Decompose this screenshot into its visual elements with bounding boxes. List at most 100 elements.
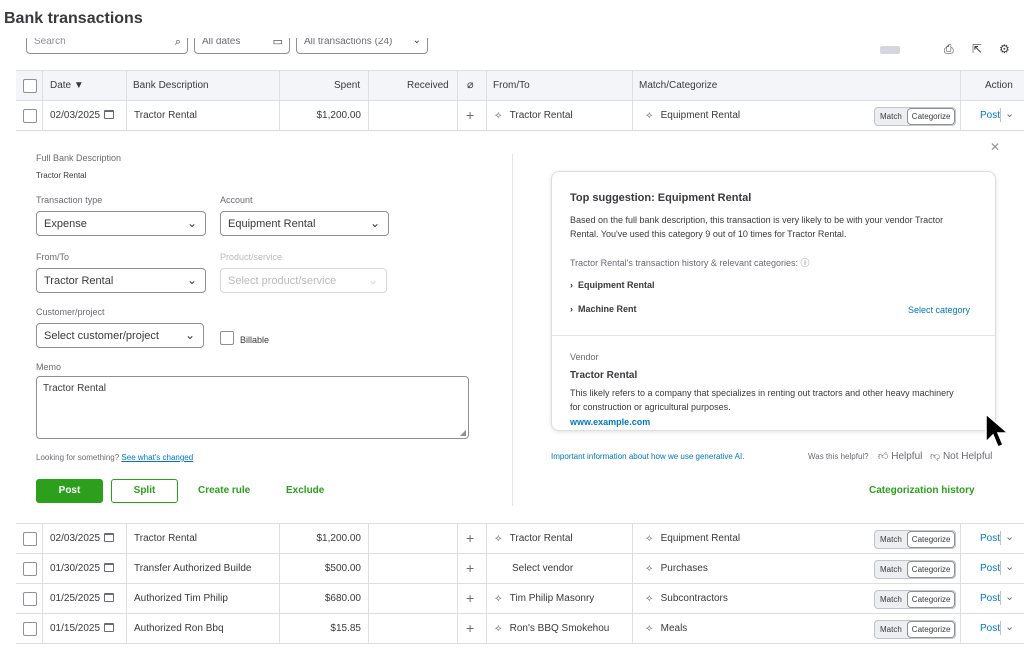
table-row[interactable]: 01/30/2025 Transfer Authorized Builde $5… [16,554,1024,584]
create-rule-link[interactable]: Create rule [198,485,250,496]
categorization-history-link[interactable]: Categorization history [869,485,975,496]
chevron-down-icon: ⌄ [412,38,421,46]
row-date: 01/25/2025 [50,593,115,604]
toolbar-placeholder [880,46,900,54]
gear-icon[interactable]: ⚙ [999,42,1010,56]
product-service-select: Select product/service ⌄ [220,268,387,293]
row-category[interactable]: ⟡ Subcontractors [646,593,728,604]
see-whats-changed-link[interactable]: See what's changed [121,453,193,462]
table-row-expanded[interactable]: 02/03/2025 Tractor Rental $1,200.00 + ⟡ T… [16,101,1024,131]
ai-info-link[interactable]: Important information about how we use g… [551,452,744,461]
thumbs-up-icon: 👍︎ [878,451,889,462]
post-link[interactable]: Post [980,533,1000,544]
row-checkbox[interactable] [23,622,37,636]
categorize-button[interactable]: Categorize [906,621,956,638]
memo-textarea[interactable]: Tractor Rental ◢ [36,376,469,439]
match-button[interactable]: Match [875,535,907,544]
add-attachment-icon[interactable]: + [466,530,474,546]
post-link[interactable]: Post [980,110,1000,121]
exclude-link[interactable]: Exclude [286,485,324,496]
chevron-down-icon[interactable]: ⌄ [1005,560,1014,573]
tag-icon: ⟡ [495,593,502,604]
categorize-button[interactable]: Categorize [906,531,956,548]
match-button[interactable]: Match [875,112,907,121]
select-category-link[interactable]: Select category [908,305,970,315]
print-icon[interactable]: ⎙ [944,42,954,57]
billable-label: Billable [240,335,270,345]
add-attachment-icon[interactable]: + [466,620,474,636]
export-icon[interactable]: ⇱ [972,42,982,56]
column-bank-description: Bank Description [133,80,209,91]
tag-icon: ⟡ [646,593,653,604]
from-to-select[interactable]: Tractor Rental ⌄ [36,268,206,293]
column-received: Received [407,80,449,91]
row-category[interactable]: ⟡ Equipment Rental [646,110,740,121]
table-row[interactable]: 01/25/2025 Authorized Tim Philip $680.00… [16,584,1024,614]
date-filter-select[interactable]: All dates ▭ [194,38,290,54]
row-checkbox[interactable] [23,562,37,576]
post-link[interactable]: Post [980,623,1000,634]
row-checkbox[interactable] [23,109,37,123]
transaction-type-select[interactable]: Expense ⌄ [36,211,206,236]
column-from-to: From/To [493,80,530,91]
paperclip-icon: ⌀ [467,79,474,91]
billable-checkbox[interactable] [220,331,234,345]
resize-handle-icon[interactable]: ◢ [460,428,466,437]
account-select[interactable]: Equipment Rental ⌄ [220,211,389,236]
vendor-url-link[interactable]: www.example.com [570,417,650,427]
vendor-desc-line1: This likely refers to a company that spe… [570,388,954,398]
row-from-to[interactable]: ⟡ Tim Philip Masonry [495,593,594,604]
search-input[interactable]: Search ⌕ [26,38,188,54]
chevron-down-icon[interactable]: ⌄ [1005,590,1014,603]
history-label: Tractor Rental's transaction history & r… [570,258,810,268]
categorize-button[interactable]: Categorize [906,591,956,608]
add-attachment-icon[interactable]: + [466,107,474,123]
mouse-cursor-icon [985,412,1011,448]
chevron-down-icon[interactable]: ⌄ [1005,107,1014,120]
from-to-label: From/To [36,252,70,262]
close-icon[interactable]: ✕ [990,140,1000,154]
chevron-down-icon: ⌄ [184,328,195,342]
match-button[interactable]: Match [875,565,907,574]
table-row[interactable]: 01/15/2025 Authorized Ron Bbq $15.85 + ⟡… [16,614,1024,644]
row-category[interactable]: ⟡ Purchases [646,563,708,574]
column-date[interactable]: Date ▼ [50,80,84,91]
row-checkbox[interactable] [23,592,37,606]
categorize-button[interactable]: Categorize [906,108,956,125]
row-checkbox[interactable] [23,532,37,546]
table-row[interactable]: 02/03/2025 Tractor Rental $1,200.00 + ⟡ T… [16,524,1024,554]
split-button[interactable]: Split [111,479,178,503]
post-button[interactable]: Post [36,479,103,503]
history-category-2[interactable]: › Machine Rent [570,304,637,314]
categorize-button[interactable]: Categorize [906,561,956,578]
row-category[interactable]: ⟡ Meals [646,623,687,634]
post-link[interactable]: Post [980,593,1000,604]
suggestion-title: Top suggestion: Equipment Rental [570,192,752,204]
row-category[interactable]: ⟡ Equipment Rental [646,533,740,544]
add-attachment-icon[interactable]: + [466,560,474,576]
match-button[interactable]: Match [875,595,907,604]
select-all-checkbox[interactable] [23,79,37,93]
row-from-to[interactable]: Select vendor [512,563,573,574]
helpful-button[interactable]: 👍︎ Helpful [878,450,922,462]
transactions-filter-select[interactable]: All transactions (24) ⌄ [296,38,428,54]
customer-project-select[interactable]: Select customer/project ⌄ [36,323,204,348]
column-match-categorize: Match/Categorize [639,80,718,91]
row-from-to[interactable]: ⟡ Tractor Rental [495,110,573,121]
chevron-down-icon: ⌄ [186,216,197,230]
add-attachment-icon[interactable]: + [466,590,474,606]
tag-icon: ⟡ [646,563,653,574]
search-icon: ⌕ [174,38,181,48]
match-categorize-toggle: Match Categorize [874,620,957,639]
chevron-down-icon[interactable]: ⌄ [1005,620,1014,633]
row-from-to[interactable]: ⟡ Ron's BBQ Smokehou [495,623,609,634]
post-link[interactable]: Post [980,563,1000,574]
row-from-to[interactable]: ⟡ Tractor Rental [495,533,573,544]
history-category-1[interactable]: › Equipment Rental [570,280,655,290]
row-date: 01/30/2025 [50,563,115,574]
match-button[interactable]: Match [875,625,907,634]
info-icon[interactable]: ⓘ [801,258,810,268]
suggestion-body-line1: Based on the full bank description, this… [570,215,944,225]
chevron-down-icon[interactable]: ⌄ [1005,530,1014,543]
row-spent: $1,200.00 [316,110,362,121]
